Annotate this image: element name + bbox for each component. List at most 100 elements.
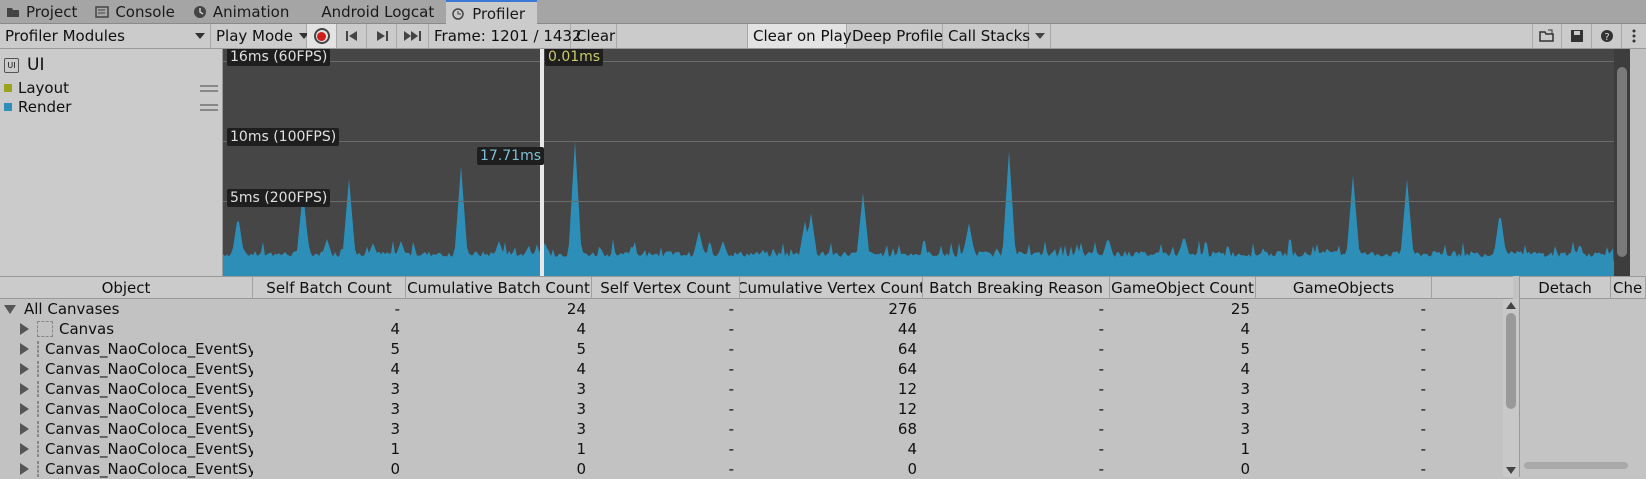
expand-right-icon[interactable] xyxy=(20,343,29,355)
profiler-modules-dropdown[interactable]: Profiler Modules xyxy=(0,24,211,48)
object-cell: Canvas_NaoColoca_EventSy xyxy=(0,379,253,399)
fast-forward-icon xyxy=(403,31,421,41)
cell-self-batch: - xyxy=(394,300,400,318)
expand-right-icon[interactable] xyxy=(20,363,29,375)
column-header-cumulative-batch-count[interactable]: Cumulative Batch Count xyxy=(406,277,592,299)
column-header-gameobject-count[interactable]: GameObject Count xyxy=(1110,277,1256,299)
load-button[interactable] xyxy=(1532,24,1562,48)
table-row[interactable]: Canvas_NaoColoca_EventSy 0 0 - 0 - 0 - xyxy=(0,459,1513,479)
expand-right-icon[interactable] xyxy=(20,383,29,395)
expand-right-icon[interactable] xyxy=(20,443,29,455)
expand-right-icon[interactable] xyxy=(20,323,29,335)
kebab-menu-icon xyxy=(1632,29,1636,43)
object-cell: Canvas_NaoColoca_EventSy xyxy=(0,459,253,479)
canvas-icon xyxy=(37,461,39,477)
tab-console[interactable]: Console xyxy=(89,0,187,24)
cell-cum-vertex: 68 xyxy=(897,420,917,438)
scroll-down-icon[interactable] xyxy=(1506,467,1516,475)
call-stacks-toggle[interactable]: Call Stacks xyxy=(943,24,1031,48)
cell-go-count: 3 xyxy=(1240,380,1250,398)
cell-go-count: 0 xyxy=(1240,460,1250,478)
column-header-self-batch-count[interactable]: Self Batch Count xyxy=(253,277,406,299)
cell-go-count: 1 xyxy=(1240,440,1250,458)
cell-cum-batch: 0 xyxy=(576,460,586,478)
render-color-swatch xyxy=(4,103,12,111)
table-row[interactable]: Canvas_NaoColoca_EventSy 3 3 - 68 - 3 - xyxy=(0,419,1513,439)
column-header-object[interactable]: Object xyxy=(0,277,253,299)
clear-button[interactable]: Clear xyxy=(571,24,617,48)
svg-text:?: ? xyxy=(1604,32,1609,43)
save-icon xyxy=(1570,30,1583,42)
checkbox-column-header[interactable]: Che xyxy=(1611,277,1646,299)
expand-down-icon[interactable] xyxy=(4,304,16,314)
object-cell: Canvas_NaoColoca_EventSy xyxy=(0,399,253,419)
cell-go-count: 4 xyxy=(1240,360,1250,378)
column-header-batch-breaking-reason[interactable]: Batch Breaking Reason xyxy=(923,277,1110,299)
expand-right-icon[interactable] xyxy=(20,403,29,415)
ui-module-icon: UI xyxy=(4,57,19,73)
graph-scrollbar[interactable] xyxy=(1614,49,1630,276)
cell-cum-batch: 4 xyxy=(576,360,586,378)
expand-right-icon[interactable] xyxy=(20,463,29,475)
deep-profile-toggle[interactable]: Deep Profile xyxy=(847,24,943,48)
call-stacks-dropdown[interactable] xyxy=(1029,24,1051,48)
table-row[interactable]: Canvas_NaoColoca_EventSy 3 3 - 12 - 3 - xyxy=(0,399,1513,419)
scroll-up-icon[interactable] xyxy=(1506,301,1516,309)
canvas-icon xyxy=(37,421,39,437)
legend-item-layout[interactable]: Layout xyxy=(4,79,218,97)
table-row[interactable]: Canvas_NaoColoca_EventSy 1 1 - 4 - 1 - xyxy=(0,439,1513,459)
column-header-cumulative-vertex-count[interactable]: Cumulative Vertex Count xyxy=(740,277,923,299)
call-stacks-label: Call Stacks xyxy=(948,27,1031,45)
cell-cum-vertex: 0 xyxy=(907,460,917,478)
cell-gos: - xyxy=(1420,440,1426,458)
expand-right-icon[interactable] xyxy=(20,423,29,435)
cell-reason: - xyxy=(1098,300,1104,318)
drag-handle-icon[interactable] xyxy=(200,103,218,111)
profiler-icon xyxy=(452,7,466,21)
detach-button[interactable]: Detach xyxy=(1520,277,1611,299)
object-name: Canvas_NaoColoca_EventSy xyxy=(45,460,253,478)
legend-item-render[interactable]: Render xyxy=(4,98,218,116)
more-options-button[interactable] xyxy=(1622,24,1646,48)
help-icon: ? xyxy=(1600,30,1613,43)
tab-android-logcat[interactable]: Android Logcat xyxy=(301,0,446,24)
column-header-gameobjects[interactable]: GameObjects xyxy=(1256,277,1432,299)
tab-profiler[interactable]: Profiler xyxy=(446,0,538,25)
play-mode-dropdown[interactable]: Play Mode xyxy=(211,24,307,48)
table-row[interactable]: Canvas_NaoColoca_EventSy 5 5 - 64 - 5 - xyxy=(0,339,1513,359)
cell-self-vertex: - xyxy=(728,340,734,358)
object-name: All Canvases xyxy=(24,300,120,318)
table-row[interactable]: Canvas 4 4-44-4- xyxy=(0,319,1513,339)
skip-back-icon xyxy=(345,31,357,41)
graph-scrollbar-thumb[interactable] xyxy=(1617,67,1627,257)
cell-gos: - xyxy=(1420,420,1426,438)
profiler-module-panel[interactable]: UI UI Layout Render xyxy=(0,49,223,276)
cell-cum-vertex: 12 xyxy=(897,400,917,418)
animation-icon xyxy=(193,5,207,19)
profiler-graph[interactable]: 16ms (60FPS) 10ms (100FPS) 5ms (200FPS) … xyxy=(223,49,1630,276)
table-row[interactable]: All Canvases - 24 - 276 - 25 - xyxy=(0,299,1513,319)
object-cell: All Canvases xyxy=(0,299,253,319)
first-frame-button[interactable] xyxy=(337,24,367,48)
cell-go-count: 25 xyxy=(1230,300,1250,318)
tab-label: Console xyxy=(115,3,175,21)
current-frame-button[interactable] xyxy=(397,24,429,48)
module-title-label: UI xyxy=(27,55,45,75)
table-row[interactable]: Canvas_NaoColoca_EventSy 4 4 - 64 - 4 - xyxy=(0,359,1513,379)
gridline-label-5ms: 5ms (200FPS) xyxy=(227,189,331,207)
table-row[interactable]: Canvas_NaoColoca_EventSy 3 3 - 12 - 3 - xyxy=(0,379,1513,399)
column-header-self-vertex-count[interactable]: Self Vertex Count xyxy=(592,277,740,299)
tab-animation[interactable]: Animation xyxy=(187,0,301,24)
record-button[interactable] xyxy=(307,24,337,48)
tab-project[interactable]: Project xyxy=(0,0,89,24)
clear-on-play-toggle[interactable]: Clear on Play xyxy=(747,24,852,48)
next-frame-button[interactable] xyxy=(367,24,397,48)
save-button[interactable] xyxy=(1562,24,1592,48)
window-tab-bar: Project Console Animation Android Logcat… xyxy=(0,0,1646,25)
table-scrollbar[interactable] xyxy=(1503,299,1519,477)
cell-self-batch: 3 xyxy=(390,380,400,398)
detach-horizontal-scrollbar[interactable] xyxy=(1524,462,1628,469)
help-button[interactable]: ? xyxy=(1592,24,1622,48)
table-scrollbar-thumb[interactable] xyxy=(1506,313,1516,409)
drag-handle-icon[interactable] xyxy=(200,84,218,92)
